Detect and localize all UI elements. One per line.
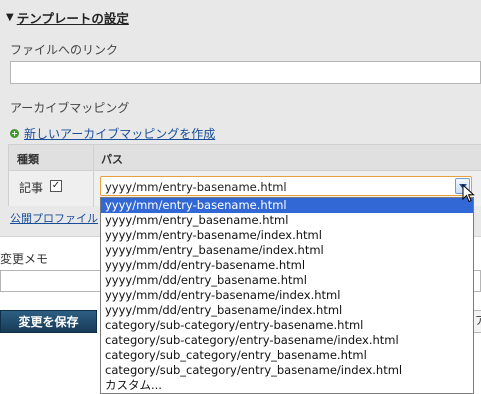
dropdown-option[interactable]: category/sub-category/entry-basename.htm… (101, 318, 473, 333)
dropdown-option[interactable]: yyyy/mm/entry-basename.html (101, 198, 473, 213)
dropdown-option[interactable]: yyyy/mm/dd/entry_basename.html (101, 273, 473, 288)
dropdown-option[interactable]: yyyy/mm/dd/entry_basename/index.html (101, 303, 473, 318)
change-memo-label: 変更メモ (0, 252, 49, 266)
row-type-label: 記事 (19, 181, 44, 195)
table-header: 種類 パス (9, 145, 481, 171)
new-archive-mapping-link[interactable]: + 新しいアーカイブマッピングを作成 (10, 125, 215, 142)
archive-mapping-label: アーカイブマッピング (10, 101, 130, 115)
publish-profile-link[interactable]: 公開プロファイル (10, 210, 98, 226)
column-type: 種類 (17, 153, 39, 166)
file-link-label: ファイルへのリンク (10, 43, 119, 57)
section-header[interactable]: ▼ テンプレートの設定 (6, 8, 129, 26)
dropdown-option[interactable]: yyyy/mm/entry-basename/index.html (101, 228, 473, 243)
dropdown-option[interactable]: yyyy/mm/dd/entry-basename.html (101, 258, 473, 273)
dropdown-option[interactable]: category/sub_category/entry_basename.htm… (101, 348, 473, 363)
path-select[interactable]: yyyy/mm/entry-basename.html (100, 176, 472, 196)
dropdown-option[interactable]: category/sub-category/entry-basename/ind… (101, 333, 473, 348)
plus-icon: + (10, 129, 19, 138)
entry-checkbox[interactable]: ✓ (50, 180, 62, 192)
dropdown-option[interactable]: yyyy/mm/entry_basename/index.html (101, 243, 473, 258)
new-archive-mapping-text[interactable]: 新しいアーカイブマッピングを作成 (24, 125, 215, 142)
save-button[interactable]: 変更を保存 (0, 310, 97, 333)
dropdown-option[interactable]: yyyy/mm/entry_basename.html (101, 213, 473, 228)
dropdown-option[interactable]: yyyy/mm/dd/entry-basename/index.html (101, 288, 473, 303)
collapse-triangle-icon[interactable]: ▼ (6, 12, 14, 23)
path-select-value: yyyy/mm/entry-basename.html (105, 180, 287, 194)
mouse-cursor-icon (462, 184, 475, 203)
column-divider (93, 145, 94, 207)
path-dropdown-list[interactable]: yyyy/mm/entry-basename.html yyyy/mm/entr… (100, 197, 474, 394)
file-link-input[interactable] (10, 61, 481, 84)
column-path: パス (101, 153, 123, 166)
dropdown-option[interactable]: カスタム... (101, 378, 473, 393)
dropdown-option[interactable]: category/sub_category/entry_basename/ind… (101, 363, 473, 378)
section-title[interactable]: テンプレートの設定 (17, 8, 129, 27)
